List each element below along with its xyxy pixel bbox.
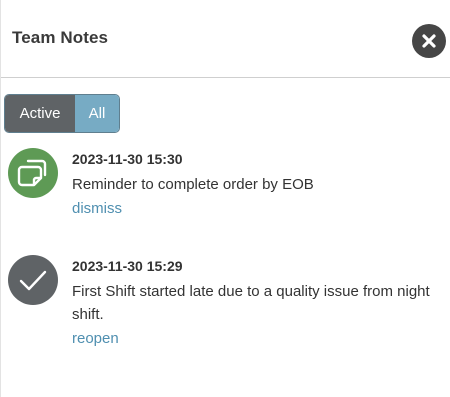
- note-status-badge: [8, 255, 58, 305]
- note-text: First Shift started late due to a qualit…: [72, 283, 430, 323]
- dismiss-link[interactable]: dismiss: [72, 199, 122, 219]
- note-status-badge: [8, 148, 58, 198]
- sticky-note-icon: [17, 159, 47, 187]
- filter-active-button[interactable]: Active: [5, 95, 75, 132]
- close-icon: [422, 34, 436, 48]
- note-content: 2023-11-30 15:30 Reminder to complete or…: [72, 150, 432, 219]
- checkmark-icon: [19, 270, 47, 291]
- note-timestamp: 2023-11-30 15:29: [72, 258, 183, 274]
- panel-header: Team Notes: [1, 0, 450, 78]
- filter-all-button[interactable]: All: [75, 95, 119, 132]
- panel-title: Team Notes: [12, 28, 109, 47]
- close-button[interactable]: [412, 24, 446, 58]
- note-content: 2023-11-30 15:29 First Shift started lat…: [72, 257, 432, 349]
- note-timestamp: 2023-11-30 15:30: [72, 151, 183, 167]
- reopen-link[interactable]: reopen: [72, 329, 119, 349]
- note-filter-toggle: Active All: [4, 94, 120, 133]
- team-notes-panel: Team Notes Active All 2023-11-30 15:30 R…: [0, 0, 450, 397]
- note-text: Reminder to complete order by EOB: [72, 176, 314, 193]
